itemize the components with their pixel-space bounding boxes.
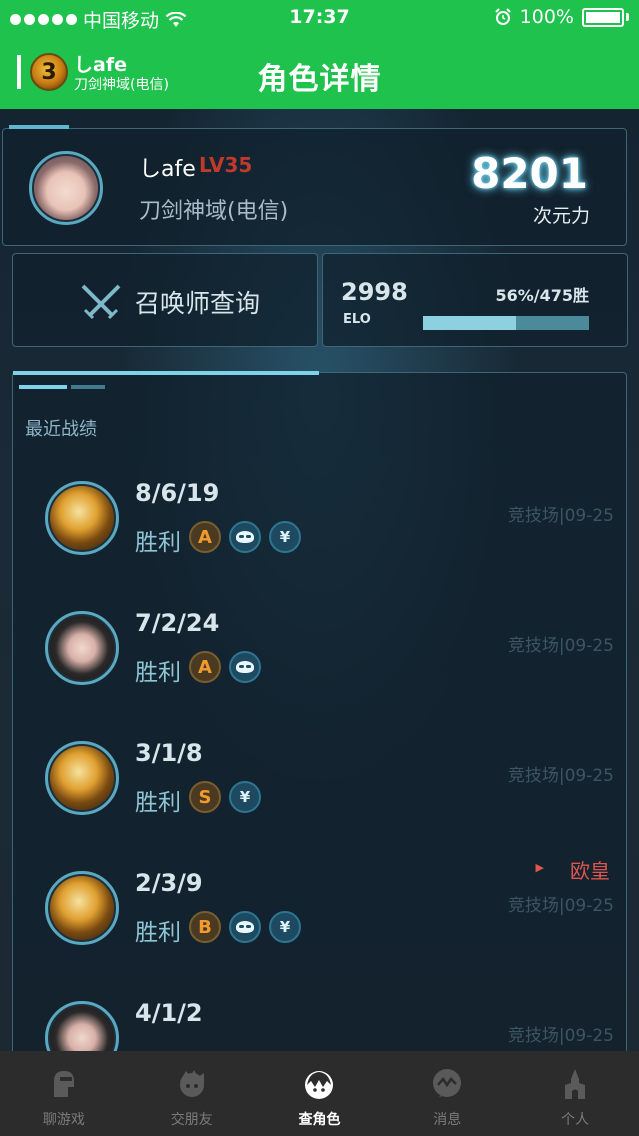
player-level: LV35 <box>199 153 253 177</box>
win-rate: 56%/475胜 <box>495 286 589 305</box>
power-label: 次元力 <box>532 205 590 227</box>
record-badges: A <box>189 651 261 683</box>
status-bar: 中国移动 17:37 100% <box>0 0 639 36</box>
hero-avatar <box>45 481 119 555</box>
battery-icon <box>582 7 624 27</box>
grade-badge-icon: S <box>189 781 221 813</box>
summoner-query-label: 召唤师查询 <box>135 289 261 318</box>
record-row[interactable]: 7/2/24 胜利 A 竞技场|09-25 <box>13 597 626 727</box>
grade-badge-icon: A <box>189 651 221 683</box>
record-kda: 3/1/8 <box>135 739 203 767</box>
page-title: 角色详情 <box>257 62 382 97</box>
record-result: 胜利 <box>135 660 181 686</box>
mask-badge-icon <box>229 911 261 943</box>
record-badges: B ¥ <box>189 911 301 943</box>
record-mode-date: 竞技场|09-25 <box>507 636 614 656</box>
avatar[interactable] <box>29 151 103 225</box>
yen-badge-icon: ¥ <box>269 911 301 943</box>
record-mode-date: 竞技场|09-25 <box>507 1026 614 1046</box>
record-result: 胜利 <box>135 530 181 556</box>
record-mode-date: 竞技场|09-25 <box>507 896 614 916</box>
profile-card: しafe LV35 刀剑神域(电信) 8201 次元力 <box>2 125 627 246</box>
record-mode-date: 竞技场|09-25 <box>507 766 614 786</box>
record-mode-date: 竞技场|09-25 <box>507 506 614 526</box>
record-kda: 8/6/19 <box>135 479 220 507</box>
record-row[interactable]: 2/3/9 胜利 B ¥ ▶ 欧皇 竞技场|09-25 <box>13 857 626 987</box>
yen-badge-icon: ¥ <box>269 521 301 553</box>
record-badges: S ¥ <box>189 781 261 813</box>
tab-character[interactable]: 查角色 <box>256 1051 384 1136</box>
hero-avatar <box>45 741 119 815</box>
recent-records-panel: 最近战绩 8/6/19 胜利 A ¥ 竞技场|09-25 7/2/24 胜利 A 竞技场|09-… <box>12 371 627 1075</box>
message-icon <box>427 1065 467 1103</box>
alarm-icon <box>494 8 511 25</box>
elo-label: ELO <box>343 312 371 327</box>
summoner-query-button[interactable]: 召唤师查询 <box>12 253 318 347</box>
tab-messages[interactable]: 消息 <box>383 1051 511 1136</box>
mask-badge-icon <box>229 521 261 553</box>
friends-icon <box>172 1065 212 1103</box>
elo-value: 2998 <box>341 278 408 306</box>
crossed-swords-icon <box>81 284 121 320</box>
hero-avatar <box>45 871 119 945</box>
character-icon <box>299 1065 339 1103</box>
record-kda: 7/2/24 <box>135 609 220 637</box>
player-name: しafe <box>139 157 196 182</box>
player-server: 刀剑神域(电信) <box>139 199 289 224</box>
mask-badge-icon <box>229 651 261 683</box>
power-value: 8201 <box>471 149 588 198</box>
bottom-tab-bar: 聊游戏 交朋友 查角色 消息 个人 <box>0 1051 639 1136</box>
hero-avatar <box>45 611 119 685</box>
grade-badge-icon: A <box>189 521 221 553</box>
record-tag: 欧皇 <box>570 859 610 883</box>
nav-bar: 3 しafe 刀剑神域(电信) 角色详情 <box>0 36 639 109</box>
record-kda: 4/1/2 <box>135 999 203 1027</box>
elo-card: 2998 ELO 56%/475胜 <box>322 253 628 347</box>
win-rate-bar-fill <box>423 316 516 330</box>
record-result: 胜利 <box>135 920 181 946</box>
castle-icon <box>555 1065 595 1103</box>
tab-friends[interactable]: 交朋友 <box>128 1051 256 1136</box>
tag-arrow-icon: ▶ <box>535 861 544 874</box>
record-kda: 2/3/9 <box>135 869 203 897</box>
record-row[interactable]: 8/6/19 胜利 A ¥ 竞技场|09-25 <box>13 467 626 597</box>
record-badges: A ¥ <box>189 521 301 553</box>
battery-percent: 100% <box>519 6 574 28</box>
tab-profile[interactable]: 个人 <box>511 1051 639 1136</box>
game-chat-icon <box>44 1065 84 1103</box>
win-rate-bar <box>423 316 589 330</box>
yen-badge-icon: ¥ <box>229 781 261 813</box>
status-right: 100% <box>494 6 629 28</box>
grade-badge-icon: B <box>189 911 221 943</box>
record-result: 胜利 <box>135 790 181 816</box>
records-title: 最近战绩 <box>25 419 97 440</box>
tab-game-chat[interactable]: 聊游戏 <box>0 1051 128 1136</box>
record-row[interactable]: 3/1/8 胜利 S ¥ 竞技场|09-25 <box>13 727 626 857</box>
